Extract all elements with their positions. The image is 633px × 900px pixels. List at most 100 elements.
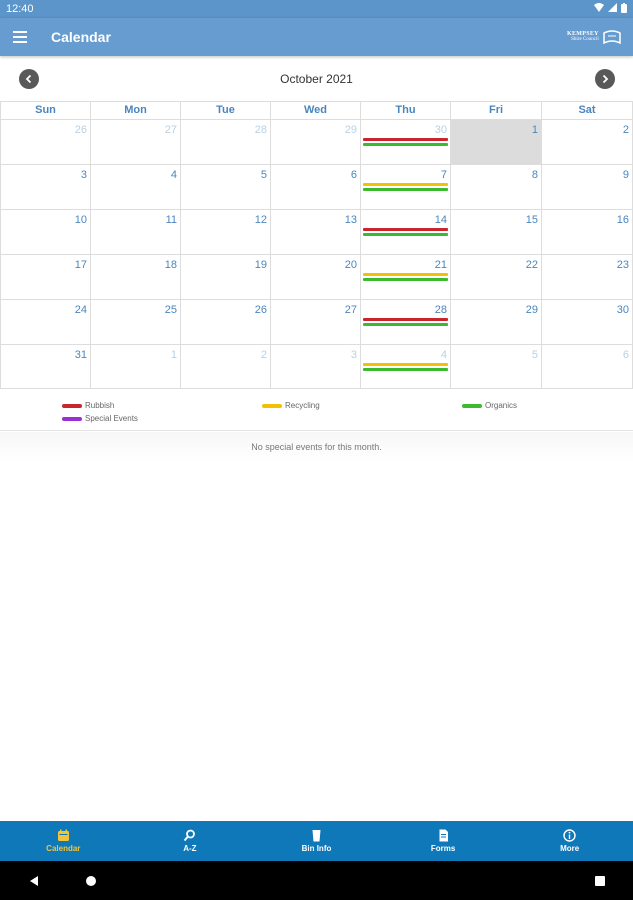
council-logo: KEMPSEY Shire Council bbox=[567, 23, 629, 51]
legend-special-events: Special Events bbox=[62, 414, 138, 423]
system-navigation-bar bbox=[0, 861, 633, 900]
calendar-day[interactable]: 6 bbox=[542, 345, 633, 388]
tab-bin-info[interactable]: Bin Info bbox=[253, 821, 380, 861]
previous-month-button[interactable] bbox=[19, 69, 39, 89]
collection-bar-recycling bbox=[363, 273, 448, 276]
calendar-day[interactable]: 2 bbox=[181, 345, 271, 388]
day-number: 27 bbox=[164, 124, 177, 136]
calendar-day[interactable]: 9 bbox=[542, 165, 633, 209]
collection-bar-recycling bbox=[363, 363, 448, 366]
collection-bars bbox=[363, 273, 448, 283]
legend-label: Recycling bbox=[285, 401, 320, 410]
calendar-day[interactable]: 22 bbox=[451, 255, 542, 299]
tab-forms[interactable]: Forms bbox=[380, 821, 507, 861]
day-number: 28 bbox=[434, 304, 447, 316]
calendar-day[interactable]: 12 bbox=[181, 210, 271, 254]
calendar-day[interactable]: 29 bbox=[451, 300, 542, 344]
search-icon bbox=[183, 829, 196, 844]
calendar-day[interactable]: 11 bbox=[91, 210, 181, 254]
calendar-day[interactable]: 4 bbox=[91, 165, 181, 209]
back-button[interactable] bbox=[28, 874, 40, 892]
page-title: Calendar bbox=[51, 29, 111, 45]
day-number: 24 bbox=[74, 304, 87, 316]
day-number: 2 bbox=[260, 349, 267, 361]
day-number: 10 bbox=[74, 214, 87, 226]
chevron-left-icon bbox=[25, 74, 32, 84]
tab-more[interactable]: More bbox=[506, 821, 633, 861]
calendar-day[interactable]: 21 bbox=[361, 255, 451, 299]
day-number: 11 bbox=[165, 214, 177, 226]
calendar-day[interactable]: 1 bbox=[91, 345, 181, 388]
day-number: 21 bbox=[434, 259, 447, 271]
month-title: October 2021 bbox=[280, 72, 353, 86]
calendar-day[interactable]: 7 bbox=[361, 165, 451, 209]
tab-calendar[interactable]: Calendar bbox=[0, 821, 127, 861]
next-month-button[interactable] bbox=[595, 69, 615, 89]
day-number: 7 bbox=[440, 169, 447, 181]
calendar-day[interactable]: 8 bbox=[451, 165, 542, 209]
calendar-day[interactable]: 5 bbox=[451, 345, 542, 388]
day-number: 30 bbox=[616, 304, 629, 316]
home-button[interactable] bbox=[85, 874, 97, 892]
day-header-thu: Thu bbox=[361, 102, 451, 119]
calendar-day[interactable]: 16 bbox=[542, 210, 633, 254]
calendar-day[interactable]: 28 bbox=[181, 120, 271, 164]
collection-bar-rubbish bbox=[363, 228, 448, 231]
recents-button[interactable] bbox=[594, 874, 606, 892]
calendar-day[interactable]: 30 bbox=[361, 120, 451, 164]
menu-button[interactable] bbox=[0, 18, 40, 56]
calendar-icon bbox=[57, 829, 70, 844]
calendar-day[interactable]: 4 bbox=[361, 345, 451, 388]
calendar-day[interactable]: 3 bbox=[271, 345, 361, 388]
day-number: 1 bbox=[170, 349, 177, 361]
day-number: 30 bbox=[434, 124, 447, 136]
calendar-day[interactable]: 27 bbox=[91, 120, 181, 164]
calendar-day-today[interactable]: 1 bbox=[451, 120, 542, 164]
calendar-day[interactable]: 30 bbox=[542, 300, 633, 344]
calendar-day[interactable]: 20 bbox=[271, 255, 361, 299]
battery-icon bbox=[621, 2, 627, 16]
day-number: 31 bbox=[74, 349, 87, 361]
calendar-day[interactable]: 5 bbox=[181, 165, 271, 209]
day-number: 2 bbox=[622, 124, 629, 136]
calendar-day[interactable]: 23 bbox=[542, 255, 633, 299]
collection-bar-recycling bbox=[363, 183, 448, 186]
tab-a-z[interactable]: A-Z bbox=[127, 821, 254, 861]
collection-bar-organics bbox=[363, 368, 448, 371]
calendar-day[interactable]: 3 bbox=[0, 165, 91, 209]
calendar-day[interactable]: 19 bbox=[181, 255, 271, 299]
calendar-day[interactable]: 14 bbox=[361, 210, 451, 254]
day-header-wed: Wed bbox=[271, 102, 361, 119]
calendar-day[interactable]: 31 bbox=[0, 345, 91, 388]
calendar-day[interactable]: 26 bbox=[0, 120, 91, 164]
calendar-day[interactable]: 2 bbox=[542, 120, 633, 164]
calendar-week-row: 17 18 19 20 21 22 23 bbox=[0, 254, 633, 299]
calendar-day[interactable]: 28 bbox=[361, 300, 451, 344]
day-of-week-header: Sun Mon Tue Wed Thu Fri Sat bbox=[0, 101, 633, 119]
calendar-day[interactable]: 13 bbox=[271, 210, 361, 254]
collection-bars bbox=[363, 363, 448, 373]
calendar-day[interactable]: 27 bbox=[271, 300, 361, 344]
calendar-day[interactable]: 6 bbox=[271, 165, 361, 209]
calendar-day[interactable]: 25 bbox=[91, 300, 181, 344]
day-number: 20 bbox=[344, 259, 357, 271]
collection-bars bbox=[363, 228, 448, 238]
calendar-day[interactable]: 24 bbox=[0, 300, 91, 344]
app-bar: Calendar KEMPSEY Shire Council bbox=[0, 18, 633, 56]
calendar-day[interactable]: 29 bbox=[271, 120, 361, 164]
legend-rubbish: Rubbish bbox=[62, 401, 114, 410]
day-header-sat: Sat bbox=[542, 102, 633, 119]
day-number: 14 bbox=[434, 214, 447, 226]
calendar-week-row: 24 25 26 27 28 29 30 bbox=[0, 299, 633, 344]
calendar-day[interactable]: 26 bbox=[181, 300, 271, 344]
calendar-day[interactable]: 15 bbox=[451, 210, 542, 254]
day-number: 17 bbox=[74, 259, 87, 271]
calendar-day[interactable]: 10 bbox=[0, 210, 91, 254]
calendar-day[interactable]: 17 bbox=[0, 255, 91, 299]
legend-organics: Organics bbox=[462, 401, 517, 410]
calendar-day[interactable]: 18 bbox=[91, 255, 181, 299]
tab-label: Bin Info bbox=[301, 844, 332, 853]
signal-icon bbox=[608, 3, 617, 15]
day-number: 13 bbox=[344, 214, 357, 226]
info-icon bbox=[563, 829, 576, 844]
